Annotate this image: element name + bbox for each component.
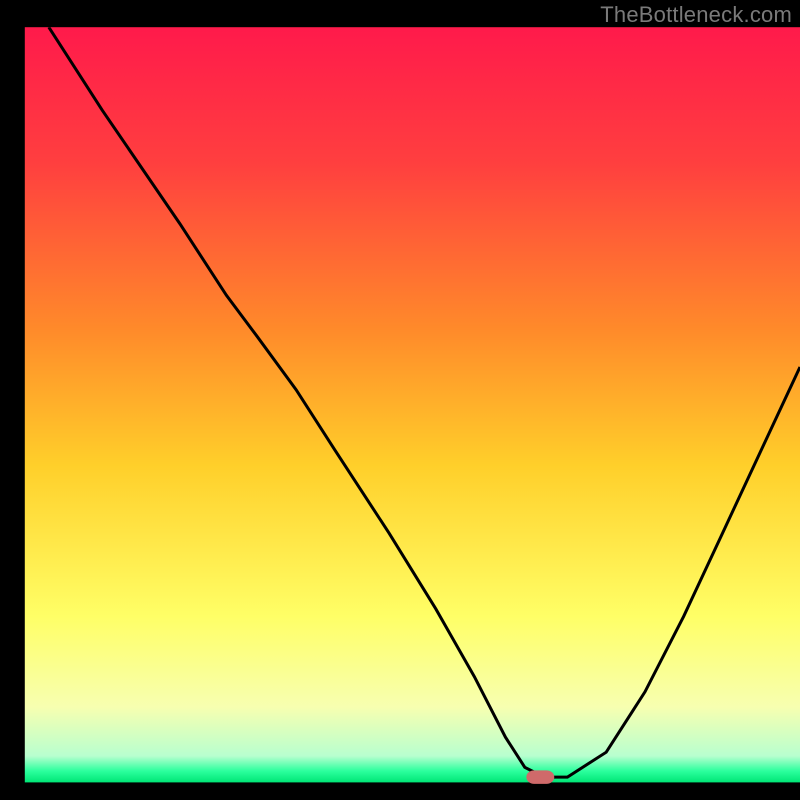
watermark-text: TheBottleneck.com [600,2,792,28]
bottleneck-chart [0,0,800,800]
chart-gradient-bg [25,27,800,782]
optimal-marker [526,770,554,784]
